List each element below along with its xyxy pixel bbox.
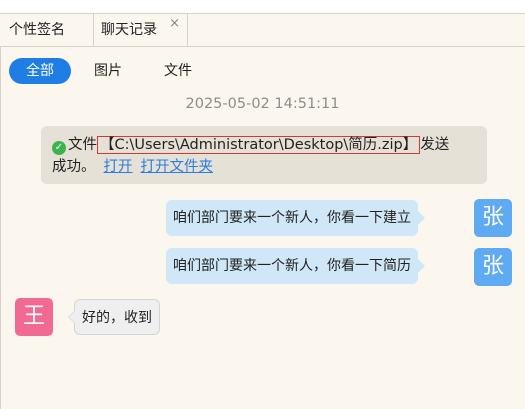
sent-label: 发送: [420, 137, 450, 153]
open-folder-link[interactable]: 打开文件夹: [141, 159, 214, 175]
open-file-link[interactable]: 打开: [104, 159, 133, 175]
file-path: 【C:\Users\Administrator\Desktop\简历.zip】: [97, 136, 421, 154]
tab-chat-history[interactable]: 聊天记录 ×: [94, 14, 188, 46]
message-timestamp: 2025-05-02 14:51:11: [185, 96, 340, 112]
file-label: 文件: [68, 137, 97, 153]
file-sent-notice: ✓ 文件 【C:\Users\Administrator\Desktop\简历.zi…: [41, 126, 487, 184]
filter-images[interactable]: 图片: [88, 58, 128, 84]
file-sent-line1: ✓ 文件 【C:\Users\Administrator\Desktop\简历.zi…: [52, 134, 477, 156]
chat-message-sent[interactable]: 咱们部门要来一个新人，你看一下简历: [166, 248, 425, 284]
tab-signature-label: 个性签名: [9, 22, 65, 38]
tab-signature[interactable]: 个性签名: [0, 14, 94, 46]
tab-bar: 个性签名 聊天记录 ×: [0, 14, 525, 47]
file-sent-line2: 成功。 打开 打开文件夹: [52, 156, 477, 178]
avatar-zhang[interactable]: 张: [474, 199, 512, 237]
tab-chat-history-label: 聊天记录: [101, 22, 157, 38]
chat-message-sent[interactable]: 咱们部门要来一个新人，你看一下建立: [166, 200, 425, 236]
filter-all[interactable]: 全部: [9, 58, 71, 84]
filter-bar: 全部 图片 文件: [0, 58, 525, 84]
close-icon[interactable]: ×: [169, 8, 180, 40]
top-strip: [0, 0, 525, 14]
success-label: 成功。: [52, 159, 96, 175]
filter-files[interactable]: 文件: [156, 58, 200, 84]
chat-message-received[interactable]: 好的，收到: [68, 299, 160, 335]
avatar-zhang[interactable]: 张: [474, 248, 512, 286]
check-circle-icon: ✓: [52, 141, 66, 155]
avatar-wang[interactable]: 王: [15, 298, 53, 336]
